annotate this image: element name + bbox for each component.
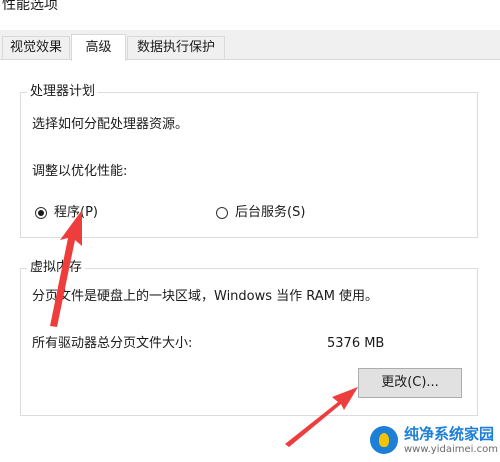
virtual-memory-description: 分页文件是硬盘上的一块区域，Windows 当作 RAM 使用。 [32, 289, 379, 304]
tab-dep[interactable]: 数据执行保护 [127, 36, 225, 59]
title-bar: 性能选项 [0, 0, 500, 30]
watermark-url: www.yidaimei.com [404, 444, 498, 455]
watermark-title: 纯净系统家园 [404, 425, 495, 443]
watermark: 纯净系统家园 www.yidaimei.com [364, 422, 500, 461]
virtual-memory-legend: 虚拟内存 [27, 259, 86, 277]
window-title: 性能选项 [2, 0, 58, 13]
processor-scheduling-group: 处理器计划 选择如何分配处理器资源。 调整以优化性能: 程序(P) 后台服务(S… [20, 83, 478, 238]
adjust-label: 调整以优化性能: [32, 164, 128, 179]
total-paging-value: 5376 MB [327, 336, 385, 351]
change-button[interactable]: 更改(C)... [358, 368, 462, 398]
virtual-memory-group: 虚拟内存 分页文件是硬盘上的一块区域，Windows 当作 RAM 使用。 所有… [20, 259, 478, 416]
advanced-panel: 处理器计划 选择如何分配处理器资源。 调整以优化性能: 程序(P) 后台服务(S… [0, 59, 500, 462]
tab-strip: 视觉效果 高级 数据执行保护 [0, 34, 500, 61]
watermark-logo-icon [370, 426, 398, 454]
radio-programs[interactable] [35, 207, 47, 219]
radio-background-services-label[interactable]: 后台服务(S) [235, 204, 305, 222]
processor-description: 选择如何分配处理器资源。 [32, 117, 189, 132]
tab-advanced[interactable]: 高级 [71, 34, 126, 61]
radio-programs-label[interactable]: 程序(P) [54, 204, 98, 222]
tab-visual-effects[interactable]: 视觉效果 [2, 36, 70, 59]
total-paging-label: 所有驱动器总分页文件大小: [32, 336, 193, 351]
radio-background-services[interactable] [216, 207, 228, 219]
processor-scheduling-legend: 处理器计划 [27, 83, 99, 101]
